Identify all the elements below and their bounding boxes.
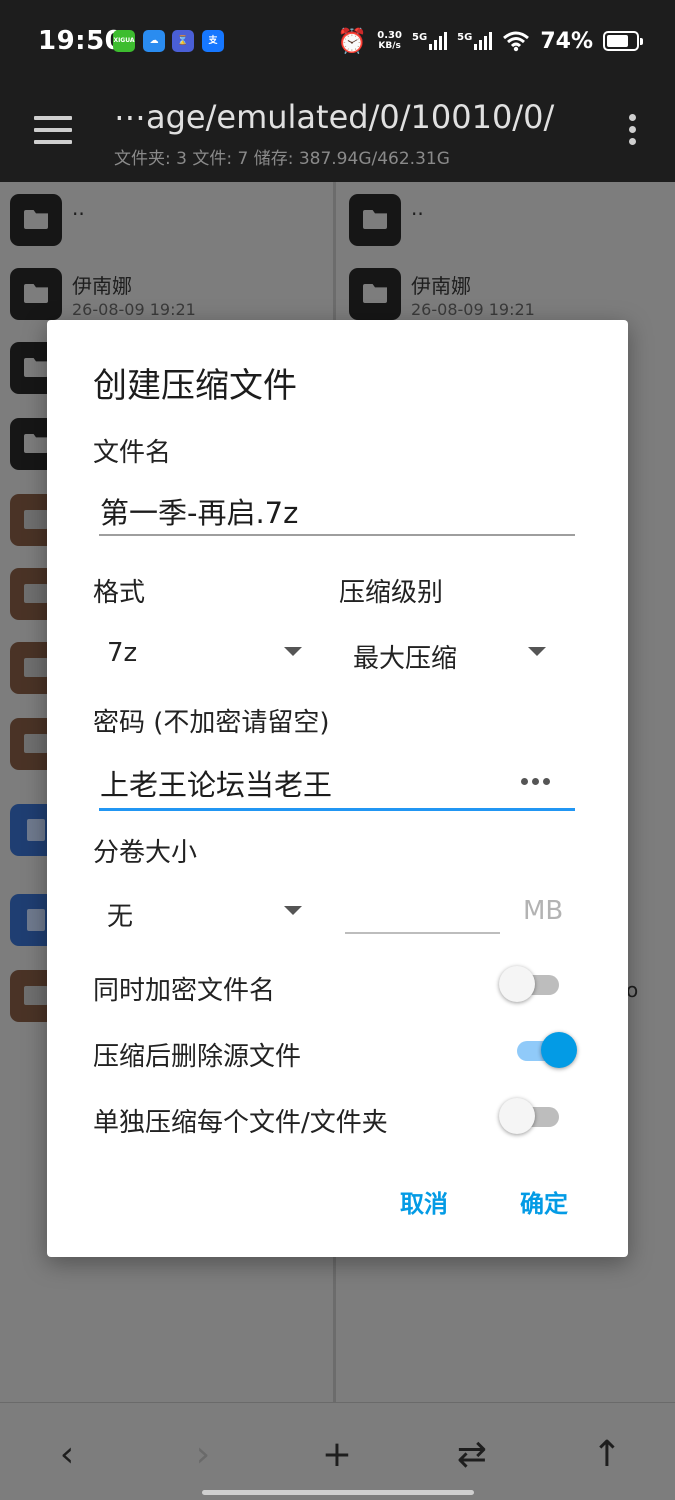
alarm-icon: ⏰ [337, 27, 368, 55]
dialog-title: 创建压缩文件 [93, 366, 297, 406]
filename-underline [99, 534, 575, 536]
path-summary: 文件夹: 3 文件: 7 储存: 387.94G/462.31G [114, 149, 450, 169]
compression-level-value: 最大压缩 [353, 644, 458, 674]
folder-icon [349, 194, 401, 246]
wifi-icon [503, 31, 530, 52]
create-archive-dialog: 创建压缩文件 文件名 第一季-再启.7z 格式 压缩级别 7z 最大压缩 密码 … [47, 320, 628, 1257]
split-size-value: 无 [107, 902, 134, 932]
add-icon[interactable]: + [312, 1433, 362, 1477]
format-dropdown-icon [284, 647, 302, 656]
battery-percent: 74% [540, 28, 593, 54]
delete-source-toggle[interactable] [513, 1030, 577, 1070]
file-date: 26-08-09 19:21 [411, 300, 535, 319]
split-size-unit: MB [523, 896, 564, 926]
ok-button[interactable]: 确定 [520, 1184, 568, 1219]
separate-archive-label: 单独压缩每个文件/文件夹 [93, 1108, 388, 1138]
delete-source-label: 压缩后删除源文件 [93, 1042, 302, 1072]
file-name: .. [72, 196, 85, 220]
cancel-button[interactable]: 取消 [400, 1184, 448, 1219]
alipay-app-icon: 支 [202, 30, 224, 52]
up-arrow-icon[interactable]: ↑ [582, 1433, 632, 1477]
xigua-app-icon: XIGUA [113, 30, 135, 52]
file-name: .. [411, 196, 424, 220]
file-name: 伊南娜 [411, 274, 471, 298]
separate-archive-toggle[interactable] [499, 1096, 563, 1136]
encrypt-names-label: 同时加密文件名 [93, 976, 276, 1006]
file-row[interactable]: 伊南娜 26-08-09 19:21 [349, 268, 669, 322]
back-arrow-icon[interactable]: ‹ [42, 1433, 92, 1477]
current-path: ⋯age/emulated/0/10010/0/ [114, 98, 555, 136]
password-input[interactable]: 上老王论坛当老王 [100, 762, 332, 804]
filename-label: 文件名 [93, 438, 172, 468]
file-date: 26-08-09 19:21 [72, 300, 196, 319]
password-underline [99, 808, 575, 811]
compression-level-label: 压缩级别 [339, 578, 444, 608]
swap-panes-icon[interactable]: ⇄ [447, 1433, 497, 1477]
status-icons: ⏰ 0.30 KB/s 5G 5G 74% [337, 24, 643, 58]
battery-icon [603, 31, 643, 51]
split-dropdown-icon [284, 906, 302, 915]
password-label: 密码 (不加密请留空) [93, 708, 330, 738]
hourglass-app-icon: ⌛ [172, 30, 194, 52]
level-dropdown-icon [528, 647, 546, 656]
forward-arrow-icon[interactable]: › [178, 1433, 228, 1477]
home-indicator[interactable] [202, 1490, 474, 1495]
file-row-parent[interactable]: .. [10, 194, 330, 248]
network-speed: 0.30 KB/s [377, 30, 402, 51]
format-label: 格式 [93, 578, 146, 608]
filename-input[interactable]: 第一季-再启.7z [100, 490, 298, 532]
split-size-label: 分卷大小 [93, 838, 198, 868]
format-value: 7z [107, 638, 138, 668]
status-bar: 19:50 XIGUA ☁ ⌛ 支 ⏰ 0.30 KB/s 5G 5G 74% [0, 0, 675, 82]
password-visibility-icon[interactable] [521, 778, 550, 785]
sim2-signal-icon: 5G [457, 32, 493, 50]
file-row[interactable]: 伊南娜 26-08-09 19:21 [10, 268, 330, 322]
app-toolbar: ⋯age/emulated/0/10010/0/ 文件夹: 3 文件: 7 储存… [0, 82, 675, 182]
split-size-input[interactable] [345, 932, 500, 934]
more-options-icon[interactable] [629, 114, 637, 150]
file-row-parent[interactable]: .. [349, 194, 669, 248]
cloud-app-icon: ☁ [143, 30, 165, 52]
clock: 19:50 [38, 26, 124, 56]
bottom-action-bar: ‹ › + ⇄ ↑ [0, 1402, 675, 1500]
folder-icon [10, 268, 62, 320]
menu-icon[interactable] [34, 116, 72, 144]
sim1-signal-icon: 5G [412, 32, 448, 50]
folder-icon [349, 268, 401, 320]
file-name: 伊南娜 [72, 274, 132, 298]
folder-icon [10, 194, 62, 246]
encrypt-names-toggle[interactable] [499, 964, 563, 1004]
